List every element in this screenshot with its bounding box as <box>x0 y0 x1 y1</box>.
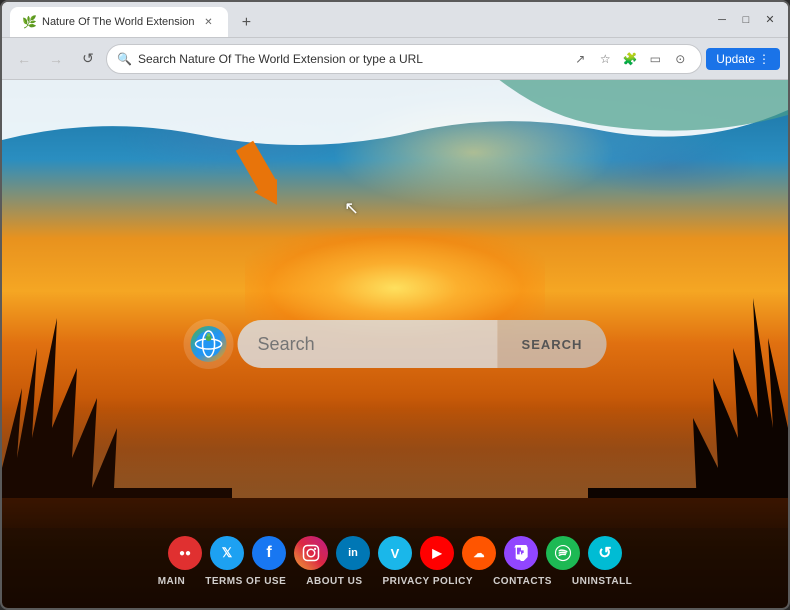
minimize-button[interactable]: ─ <box>712 10 732 30</box>
top-wave <box>2 80 788 160</box>
bottom-nav-links: MAIN TERMS OF USE ABOUT US PRIVACY POLIC… <box>158 574 633 593</box>
update-label: Update <box>716 52 755 66</box>
soundcloud-icon[interactable]: ☁ <box>462 536 496 570</box>
sidebar-button[interactable]: ▭ <box>644 48 666 70</box>
address-bar[interactable]: 🔍 Search Nature Of The World Extension o… <box>106 44 702 74</box>
instagram-icon[interactable] <box>294 536 328 570</box>
share-button[interactable]: ↗ <box>569 48 591 70</box>
bookmark-button[interactable]: ☆ <box>594 48 616 70</box>
twitch-icon[interactable] <box>504 536 538 570</box>
maximize-button[interactable]: □ <box>736 10 756 30</box>
nav-privacy[interactable]: PRIVACY POLICY <box>383 576 474 587</box>
bottom-bar: ●● 𝕏 f in V ▶ ☁ <box>2 528 788 608</box>
search-input[interactable] <box>258 334 478 355</box>
browser-window: 🌿 Nature Of The World Extension ✕ + ─ □ … <box>0 0 790 610</box>
window-controls: ─ □ ✕ <box>712 10 780 30</box>
forward-button[interactable]: → <box>42 45 70 73</box>
ground <box>2 498 788 528</box>
search-widget: SEARCH <box>184 319 607 369</box>
update-button[interactable]: Update ⋮ <box>706 48 780 70</box>
search-input-container[interactable] <box>238 320 498 368</box>
refresh-button[interactable]: ↺ <box>74 45 102 73</box>
profile-button[interactable]: ⊙ <box>669 48 691 70</box>
nav-main[interactable]: MAIN <box>158 576 186 587</box>
extensions-button[interactable]: 🧩 <box>619 48 641 70</box>
search-button-label: SEARCH <box>522 337 583 352</box>
social-icons-bar: ●● 𝕏 f in V ▶ ☁ <box>2 528 788 574</box>
extension-logo <box>184 319 234 369</box>
address-actions: ↗ ☆ 🧩 ▭ ⊙ <box>569 48 691 70</box>
linkedin-icon[interactable]: in <box>336 536 370 570</box>
facebook-icon[interactable]: f <box>252 536 286 570</box>
page-content: ↖ SEARCH <box>2 80 788 608</box>
nav-terms[interactable]: TERMS OF USE <box>205 576 286 587</box>
nav-bar: ← → ↺ 🔍 Search Nature Of The World Exten… <box>2 38 788 80</box>
nav-contacts[interactable]: CONTACTS <box>493 576 552 587</box>
twitter-icon[interactable]: 𝕏 <box>210 536 244 570</box>
nav-uninstall[interactable]: UNINSTALL <box>572 576 632 587</box>
tab-title: Nature Of The World Extension <box>42 16 194 28</box>
nav-about[interactable]: ABOUT US <box>306 576 362 587</box>
title-bar: 🌿 Nature Of The World Extension ✕ + ─ □ … <box>2 2 788 38</box>
vimeo-icon[interactable]: V <box>378 536 412 570</box>
logo-inner <box>191 326 227 362</box>
menu-dots: ⋮ <box>758 52 770 66</box>
trees-right <box>588 288 788 528</box>
youtube-icon[interactable]: ▶ <box>420 536 454 570</box>
active-tab[interactable]: 🌿 Nature Of The World Extension ✕ <box>10 7 228 37</box>
refresh-social-icon[interactable]: ↺ <box>588 536 622 570</box>
tab-close-button[interactable]: ✕ <box>200 14 216 30</box>
search-button[interactable]: SEARCH <box>498 320 607 368</box>
tab-favicon: 🌿 <box>22 15 36 29</box>
new-tab-button[interactable]: + <box>232 9 260 37</box>
dots-social-icon[interactable]: ●● <box>168 536 202 570</box>
address-bar-icon: 🔍 <box>117 52 132 66</box>
close-button[interactable]: ✕ <box>760 10 780 30</box>
address-text: Search Nature Of The World Extension or … <box>138 52 563 66</box>
back-button[interactable]: ← <box>10 45 38 73</box>
tab-area: 🌿 Nature Of The World Extension ✕ + <box>10 2 700 37</box>
spotify-icon[interactable] <box>546 536 580 570</box>
